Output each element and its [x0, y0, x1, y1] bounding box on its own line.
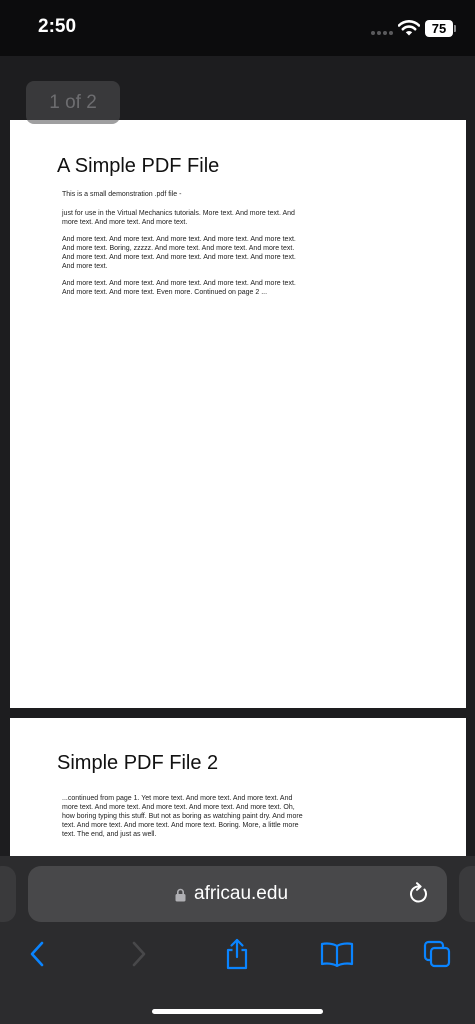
forward-button[interactable]: [122, 936, 156, 972]
pdf-page-2: Simple PDF File 2 ...continued from page…: [10, 718, 466, 856]
address-bar[interactable]: africau.edu: [28, 866, 447, 922]
pdf-paragraph: And more text. And more text. And more t…: [62, 236, 296, 270]
browser-toolbar: africau.edu: [0, 856, 475, 1024]
chevron-right-icon: [132, 941, 146, 967]
wifi-icon: [398, 20, 420, 36]
previous-tab-preview[interactable]: [0, 866, 16, 922]
status-time: 2:50: [38, 16, 77, 37]
status-bar: 2:50 75: [0, 0, 475, 56]
bookmarks-button[interactable]: [320, 936, 354, 972]
share-button[interactable]: [220, 936, 254, 972]
book-icon: [320, 942, 354, 967]
back-button[interactable]: [20, 936, 54, 972]
pdf-page-1: A Simple PDF File This is a small demons…: [10, 120, 466, 708]
cellular-signal-icon: [371, 31, 397, 35]
pdf-paragraph: just for use in the Virtual Mechanics tu…: [62, 210, 295, 226]
chevron-left-icon: [30, 941, 44, 967]
reload-icon[interactable]: [408, 881, 430, 905]
pdf-page-title: Simple PDF File 2: [57, 752, 219, 774]
pdf-paragraph: And more text. And more text. And more t…: [62, 280, 296, 296]
battery-icon: 75: [425, 20, 453, 37]
share-icon: [226, 938, 248, 970]
pdf-paragraph: ...continued from page 1. Yet more text.…: [62, 795, 303, 838]
pdf-paragraph: This is a small demonstration .pdf file …: [62, 191, 182, 198]
battery-tip: [454, 25, 456, 32]
pdf-page-title: A Simple PDF File: [57, 155, 220, 177]
home-indicator: [152, 1009, 323, 1014]
url-text: africau.edu: [194, 883, 289, 904]
pdf-viewer[interactable]: 1 of 2 A Simple PDF File This is a small…: [0, 56, 475, 856]
tabs-button[interactable]: [420, 936, 454, 972]
next-tab-preview[interactable]: [459, 866, 475, 922]
lock-icon: [175, 888, 186, 902]
page-counter: 1 of 2: [26, 81, 120, 124]
tabs-icon: [423, 940, 451, 968]
